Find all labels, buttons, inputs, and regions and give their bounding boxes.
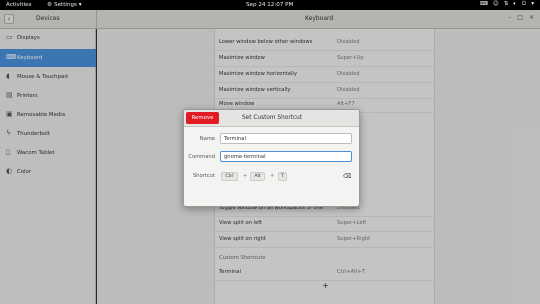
status-area[interactable]: ⌨ ☺ ⇅ 🔈︎ ⏻︎ ▾: [480, 1, 534, 8]
power-icon: ⏻︎: [521, 1, 527, 7]
keyboard-layout-icon: ⌨: [479, 1, 488, 7]
backspace-clear-icon[interactable]: ⌫: [343, 174, 351, 180]
shortcut-key-ctrl: Ctrl: [221, 172, 238, 181]
shortcut-label: Shortcut: [192, 173, 215, 179]
dialog-header: Remove Set Custom Shortcut: [184, 110, 359, 127]
network-icon: ⇅: [503, 1, 509, 7]
key-plus: +: [270, 173, 275, 179]
command-label: Command: [188, 154, 215, 160]
clock[interactable]: Sep 24 12:07 PM: [246, 2, 293, 8]
accessibility-icon: ☺: [492, 1, 499, 7]
name-field[interactable]: Terminal: [220, 133, 352, 144]
system-menu-arrow-icon: ▾: [531, 1, 534, 7]
app-menu[interactable]: ⚙ Settings ▾: [47, 2, 82, 8]
top-panel: Activities ⚙ Settings ▾ Sep 24 12:07 PM ⌨…: [0, 0, 540, 10]
key-plus: +: [243, 173, 248, 179]
shortcut-key-t: T: [278, 172, 287, 181]
dialog-title: Set Custom Shortcut: [242, 114, 303, 121]
volume-icon: 🔈︎: [513, 1, 517, 7]
app-menu-label: Settings ▾: [54, 1, 82, 8]
name-label: Name: [199, 136, 215, 142]
activities-button[interactable]: Activities: [6, 2, 32, 8]
shortcut-key-alt: Alt: [250, 172, 265, 181]
remove-button[interactable]: Remove: [186, 112, 219, 124]
command-field[interactable]: gnome-terminal: [220, 151, 352, 162]
custom-shortcut-dialog: Remove Set Custom Shortcut Name Terminal…: [183, 109, 360, 207]
settings-icon: ⚙: [47, 1, 53, 8]
